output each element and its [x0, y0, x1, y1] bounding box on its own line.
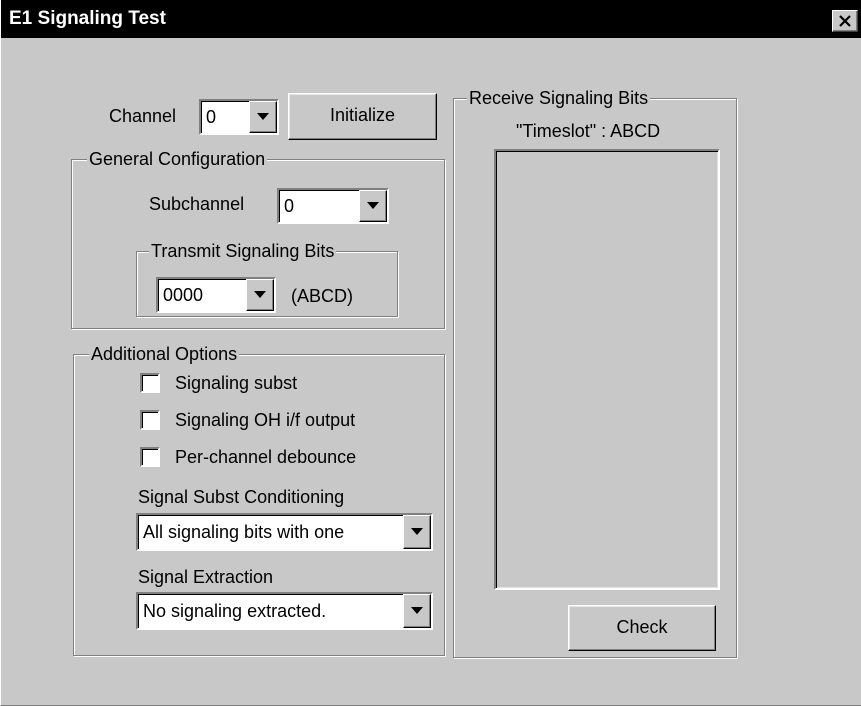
dialog-window: E1 Signaling Test Channel 0 Initialize G…: [0, 0, 861, 706]
close-icon: [839, 15, 851, 27]
chevron-down-icon: [254, 291, 266, 298]
channel-select-value: 0: [206, 107, 217, 127]
chevron-down-icon: [367, 202, 379, 209]
transmit-bits-dropdown-button[interactable]: [246, 279, 274, 311]
receive-timeslot-header: "Timeslot" : ABCD: [516, 121, 661, 141]
signaling-oh-output-checkbox[interactable]: [140, 410, 160, 430]
initialize-button-label: Initialize: [329, 105, 396, 125]
signaling-subst-label[interactable]: Signaling subst: [175, 372, 297, 394]
transmit-bits-unit: (ABCD): [291, 286, 353, 306]
channel-select[interactable]: 0: [199, 99, 279, 135]
per-channel-debounce-checkbox[interactable]: [140, 447, 160, 467]
chevron-down-icon: [411, 607, 423, 614]
chevron-down-icon: [411, 528, 423, 535]
close-button[interactable]: [832, 10, 858, 32]
signal-subst-conditioning-value: All signaling bits with one: [143, 522, 345, 542]
transmit-bits-select[interactable]: 0000: [156, 277, 276, 313]
signal-extraction-dropdown-button[interactable]: [403, 594, 431, 628]
signal-subst-conditioning-dropdown-button[interactable]: [403, 515, 431, 549]
channel-dropdown-button[interactable]: [249, 101, 277, 133]
subchannel-label: Subchannel: [149, 194, 245, 214]
signal-extraction-value: No signaling extracted.: [143, 601, 327, 621]
transmit-signaling-bits-legend: Transmit Signaling Bits: [149, 240, 337, 262]
signal-subst-conditioning-label: Signal Subst Conditioning: [138, 487, 345, 507]
initialize-button[interactable]: Initialize: [288, 93, 437, 140]
signal-extraction-select[interactable]: No signaling extracted.: [136, 592, 433, 630]
check-button[interactable]: Check: [568, 605, 716, 651]
title-bar[interactable]: E1 Signaling Test: [1, 0, 861, 38]
signaling-oh-output-label[interactable]: Signaling OH i/f output: [175, 409, 355, 431]
subchannel-select-value: 0: [284, 196, 295, 216]
channel-label: Channel: [109, 106, 177, 126]
signaling-subst-checkbox[interactable]: [140, 373, 160, 393]
signal-subst-conditioning-select[interactable]: All signaling bits with one: [136, 513, 433, 551]
receive-signaling-bits-list[interactable]: [494, 149, 720, 590]
transmit-bits-select-value: 0000: [163, 285, 204, 305]
subchannel-select[interactable]: 0: [277, 188, 389, 224]
additional-options-legend: Additional Options: [89, 343, 240, 365]
check-button-label: Check: [616, 617, 668, 637]
subchannel-dropdown-button[interactable]: [359, 190, 387, 222]
window-title: E1 Signaling Test: [9, 8, 166, 29]
signal-extraction-label: Signal Extraction: [138, 567, 274, 587]
receive-signaling-bits-legend: Receive Signaling Bits: [467, 87, 651, 109]
general-configuration-legend: General Configuration: [87, 148, 268, 170]
per-channel-debounce-label[interactable]: Per-channel debounce: [175, 446, 356, 468]
chevron-down-icon: [257, 113, 269, 120]
